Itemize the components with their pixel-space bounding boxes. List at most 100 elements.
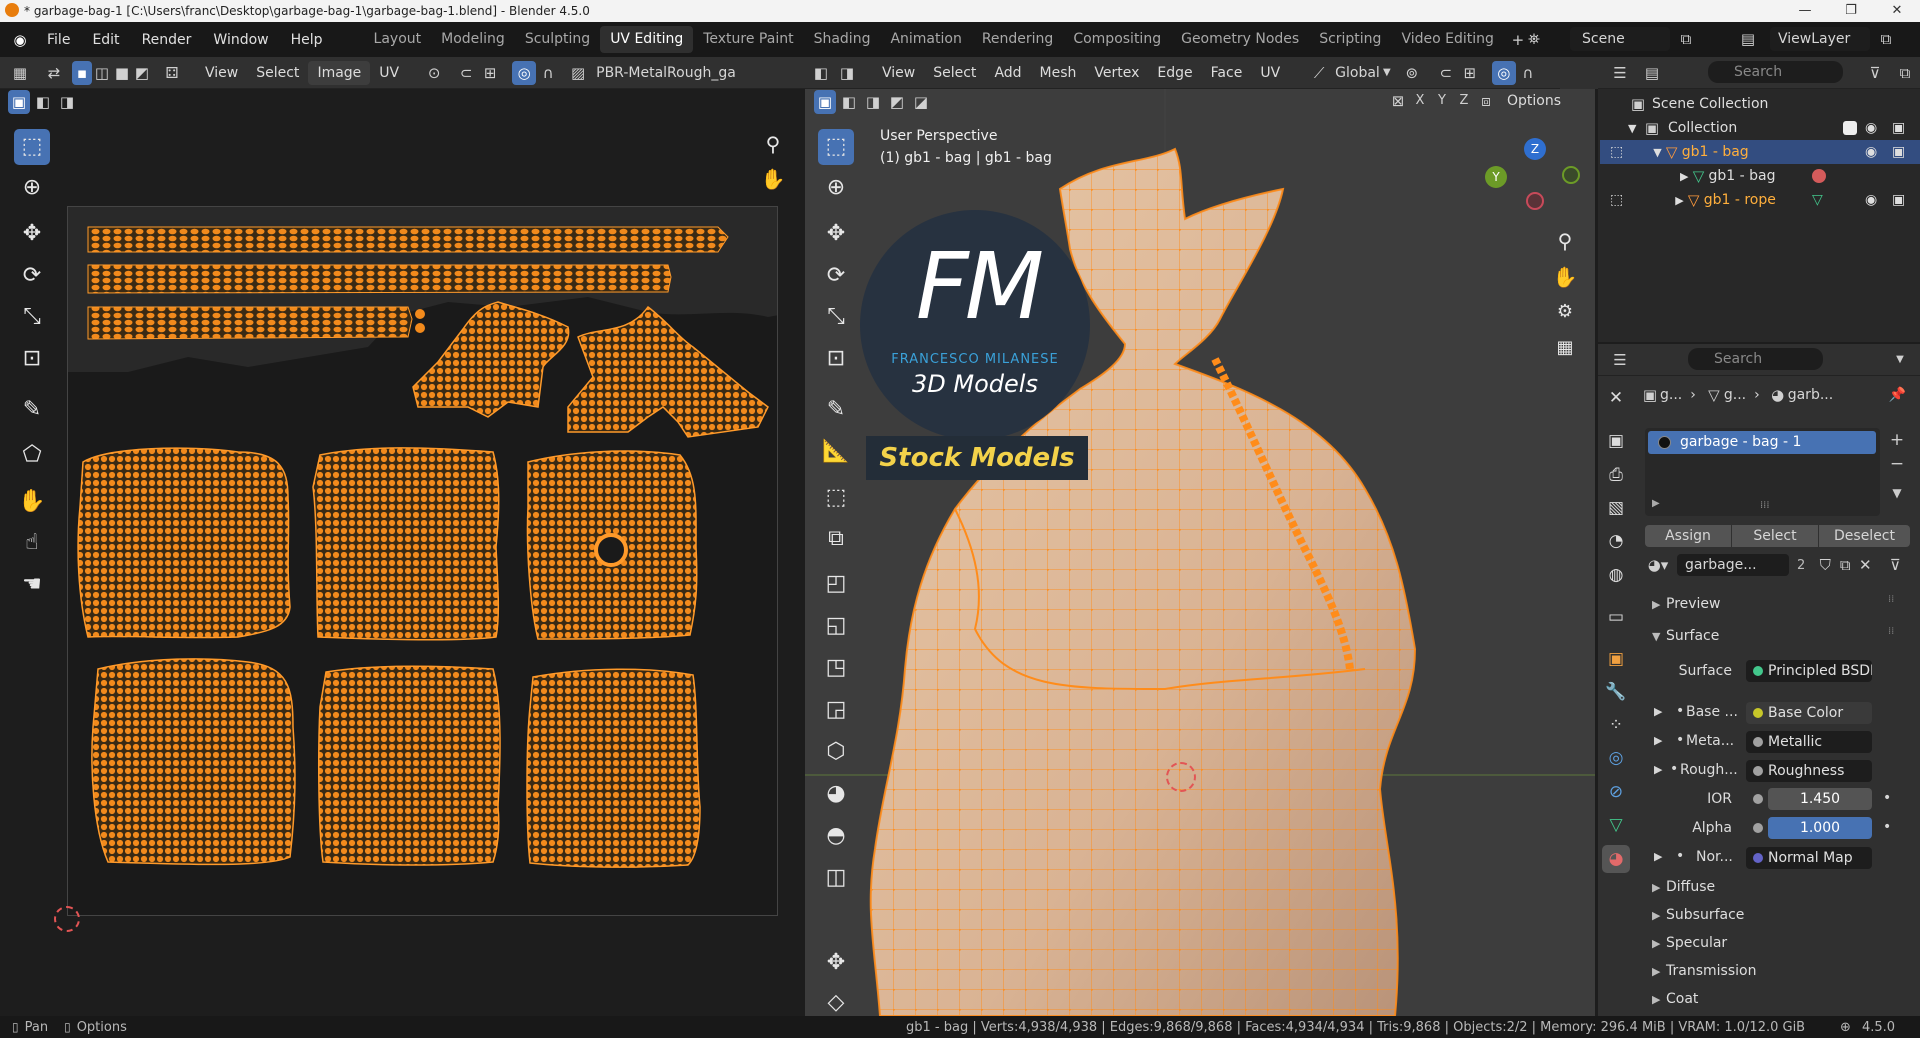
select-button[interactable]: Select xyxy=(1732,525,1818,547)
bevel-tool[interactable]: ◱ xyxy=(818,608,854,644)
list-resize-handle[interactable]: ⁞⁞⁞ xyxy=(1760,500,1770,511)
auto-merge-icon[interactable]: ⧈ xyxy=(1476,89,1496,113)
vp-cursor-tool[interactable]: ⊕ xyxy=(818,170,854,206)
surface-panel-header[interactable]: ▼ Surface xyxy=(1640,623,1910,649)
tab-geometry-nodes[interactable]: Geometry Nodes xyxy=(1171,26,1309,53)
transform-orientation-icon[interactable]: ⟋ xyxy=(1307,61,1331,85)
gizmo-z-axis[interactable]: Z xyxy=(1524,138,1546,160)
viewport-menu-view[interactable]: View xyxy=(873,61,924,85)
new-collection-icon[interactable]: ⧉ xyxy=(1893,61,1917,85)
tab-compositing[interactable]: Compositing xyxy=(1063,26,1171,53)
rope-render-icon[interactable]: ▣ xyxy=(1892,192,1905,208)
tab-scripting[interactable]: Scripting xyxy=(1309,26,1391,53)
gizmo-neg-x[interactable] xyxy=(1526,192,1544,210)
properties-options-chevron-icon[interactable]: ▼ xyxy=(1888,348,1912,372)
material-name-field[interactable]: garbage... xyxy=(1677,554,1789,576)
tab-shading[interactable]: Shading xyxy=(804,26,881,53)
new-scene-icon[interactable]: ⧉ xyxy=(1674,27,1698,51)
view-layer-field[interactable]: ViewLayer xyxy=(1770,27,1870,51)
vp-transform-tool[interactable]: ⊡ xyxy=(818,341,854,377)
material-user-count[interactable]: 2 xyxy=(1797,558,1805,573)
camera-view-icon[interactable]: ⚙ xyxy=(1547,294,1583,330)
viewport-menu-edge[interactable]: Edge xyxy=(1148,61,1201,85)
material-link-icon[interactable]: ⊽ xyxy=(1883,553,1907,577)
tab-rendering[interactable]: Rendering xyxy=(972,26,1064,53)
blender-menu-icon[interactable]: ◉ xyxy=(8,28,32,52)
tab-animation[interactable]: Animation xyxy=(880,26,971,53)
menu-render[interactable]: Render xyxy=(131,32,203,48)
outliner-mode-icon[interactable]: ⬚ xyxy=(1610,192,1623,208)
scene-field[interactable]: Scene xyxy=(1570,27,1670,51)
subpanel-transmission[interactable]: ▶ Transmission xyxy=(1640,958,1910,984)
mesh-chevron-icon[interactable]: ▶ xyxy=(1680,170,1688,183)
vp-select-intersect-icon[interactable]: ◪ xyxy=(910,90,932,114)
uv-image-canvas[interactable] xyxy=(67,206,778,916)
close-button[interactable]: ✕ xyxy=(1874,0,1920,22)
3d-cursor[interactable] xyxy=(1166,762,1196,792)
pivot-point-icon[interactable]: ⊚ xyxy=(1400,61,1424,85)
vp-select-subtract-icon[interactable]: ◨ xyxy=(862,90,884,114)
remove-slot-button[interactable]: − xyxy=(1885,452,1909,476)
proportional-edit-icon[interactable]: ◎ xyxy=(1491,60,1516,85)
collection-chevron-icon[interactable]: ▼ xyxy=(1628,122,1642,135)
uv-menu-uv[interactable]: UV xyxy=(370,61,408,85)
move-tool[interactable]: ✥ xyxy=(14,216,50,252)
material-browse-icon[interactable]: ◕▾ xyxy=(1643,553,1673,577)
constraints-tab-icon[interactable]: ⊘ xyxy=(1602,778,1630,806)
pinch-tool[interactable]: ☚ xyxy=(14,567,50,603)
vp-select-extend-icon[interactable]: ◧ xyxy=(838,90,860,114)
zoom-icon[interactable]: ⚲ xyxy=(755,126,791,162)
subpanel-specular[interactable]: ▶ Specular xyxy=(1640,930,1910,956)
axis-y-toggle[interactable]: Y xyxy=(1432,89,1452,113)
snap-target-icon[interactable]: ⊞ xyxy=(478,61,502,85)
outliner-search-input[interactable]: Search xyxy=(1708,61,1843,83)
snapping-icon[interactable]: ⊂ xyxy=(1434,61,1458,85)
rope-chevron-icon[interactable]: ▶ xyxy=(1675,194,1683,207)
vp-select-invert-icon[interactable]: ◩ xyxy=(886,90,908,114)
uv-menu-view[interactable]: View xyxy=(196,61,247,85)
world-tab-icon[interactable]: ◍ xyxy=(1602,561,1630,589)
particles-tab-icon[interactable]: ⁘ xyxy=(1602,711,1630,739)
collection-render-icon[interactable]: ▣ xyxy=(1892,120,1905,136)
ior-field[interactable]: 1.450 xyxy=(1768,788,1872,810)
scene-tab-icon[interactable]: ◔ xyxy=(1602,527,1630,555)
uv-sync-icon[interactable]: ⇄ xyxy=(42,61,66,85)
viewport-menu-vertex[interactable]: Vertex xyxy=(1085,61,1148,85)
snap-increment-icon[interactable]: ⊞ xyxy=(1458,61,1482,85)
pin-icon[interactable]: 📌 xyxy=(1889,387,1906,403)
vp-select-new-icon[interactable]: ▣ xyxy=(814,90,836,114)
collection-visibility-icon[interactable]: ◉ xyxy=(1865,120,1877,136)
poly-build-tool[interactable]: ⬡ xyxy=(818,734,854,770)
surface-shader-field[interactable]: Principled BSDF xyxy=(1746,660,1872,682)
collection-checkbox[interactable] xyxy=(1843,121,1857,135)
axis-z-toggle[interactable]: Z xyxy=(1454,89,1474,113)
slot-specials-button[interactable]: ▼ xyxy=(1885,481,1909,505)
normal-expand-icon[interactable]: ▶ xyxy=(1654,850,1662,863)
properties-editor-type-icon[interactable]: ☰ xyxy=(1608,348,1632,372)
annotate-tool[interactable]: ✎ xyxy=(14,392,50,428)
tab-layout[interactable]: Layout xyxy=(364,26,432,53)
edge-slide-tool[interactable]: ◫ xyxy=(818,860,854,896)
modifier-tab-icon[interactable]: 🔧 xyxy=(1602,678,1630,706)
axis-x-toggle[interactable]: X xyxy=(1410,89,1430,113)
filter-icon[interactable]: ⊽ xyxy=(1863,61,1887,85)
proportional-icon[interactable]: ◎ xyxy=(512,60,537,85)
uv-menu-select[interactable]: Select xyxy=(247,61,308,85)
loop-cut-tool[interactable]: ◳ xyxy=(818,650,854,686)
roughness-expand-icon[interactable]: ▶ xyxy=(1654,763,1662,776)
unlink-material-icon[interactable]: ✕ xyxy=(1855,553,1875,577)
image-name-field[interactable]: PBR-MetalRough_ga xyxy=(596,65,736,81)
outliner-item-bag[interactable]: ⬚ ▼ ▽ gb1 - bag ◉ ▣ xyxy=(1600,140,1920,164)
cursor-tool[interactable]: ⊕ xyxy=(14,170,50,206)
subpanel-coat[interactable]: ▶ Coat xyxy=(1640,986,1910,1012)
rotate-tool[interactable]: ⟳ xyxy=(14,258,50,294)
gizmo-y-axis[interactable]: Y xyxy=(1485,166,1507,188)
viewport-menu-face[interactable]: Face xyxy=(1202,61,1252,85)
menu-help[interactable]: Help xyxy=(280,32,334,48)
outliner-scene-collection[interactable]: ▣ Scene Collection xyxy=(1600,92,1920,116)
vertex-select-icon[interactable]: ▪ xyxy=(72,60,92,85)
outliner-mode-icon[interactable]: ⬚ xyxy=(1610,144,1623,160)
outliner-editor-type-icon[interactable]: ☰ xyxy=(1608,61,1632,85)
smooth-tool[interactable]: ◓ xyxy=(818,818,854,854)
spin-tool[interactable]: ◕ xyxy=(818,776,854,812)
